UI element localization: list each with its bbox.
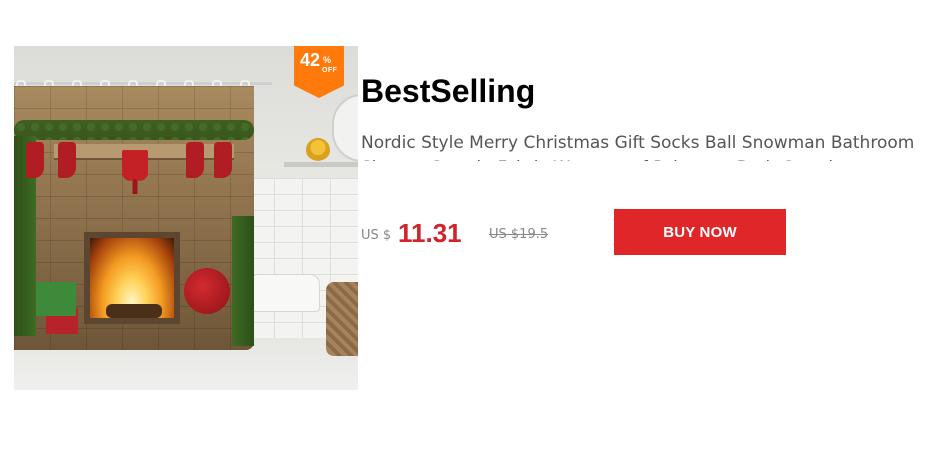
image-shelf <box>284 162 358 167</box>
image-tree-right <box>232 216 254 346</box>
image-stocking <box>186 142 204 178</box>
discount-percent-sign: % <box>323 55 332 65</box>
discount-off-label: OFF <box>322 67 338 74</box>
product-image[interactable] <box>14 46 358 390</box>
discount-number: 42 <box>300 50 321 70</box>
current-price: 11.31 <box>398 218 462 248</box>
product-title[interactable]: Nordic Style Merry Christmas Gift Socks … <box>361 131 921 161</box>
section-heading: BestSelling <box>361 73 536 109</box>
image-basket <box>326 282 358 356</box>
image-garland <box>14 120 254 140</box>
image-stocking <box>26 142 44 178</box>
image-logs <box>106 304 162 318</box>
product-card: 42 % OFF BestSelling Nordic Style Merry … <box>0 0 943 469</box>
image-red-bow <box>122 150 148 194</box>
image-gifts <box>36 282 76 316</box>
original-price: US $19.5 <box>489 227 549 242</box>
image-stocking <box>214 142 232 178</box>
currency-label: US $ <box>361 228 392 243</box>
image-flower-pot <box>306 138 330 162</box>
image-stocking <box>58 142 76 178</box>
image-ornaments <box>184 268 230 314</box>
image-bathtub <box>248 274 320 312</box>
buy-now-button[interactable]: BUY NOW <box>614 209 786 255</box>
